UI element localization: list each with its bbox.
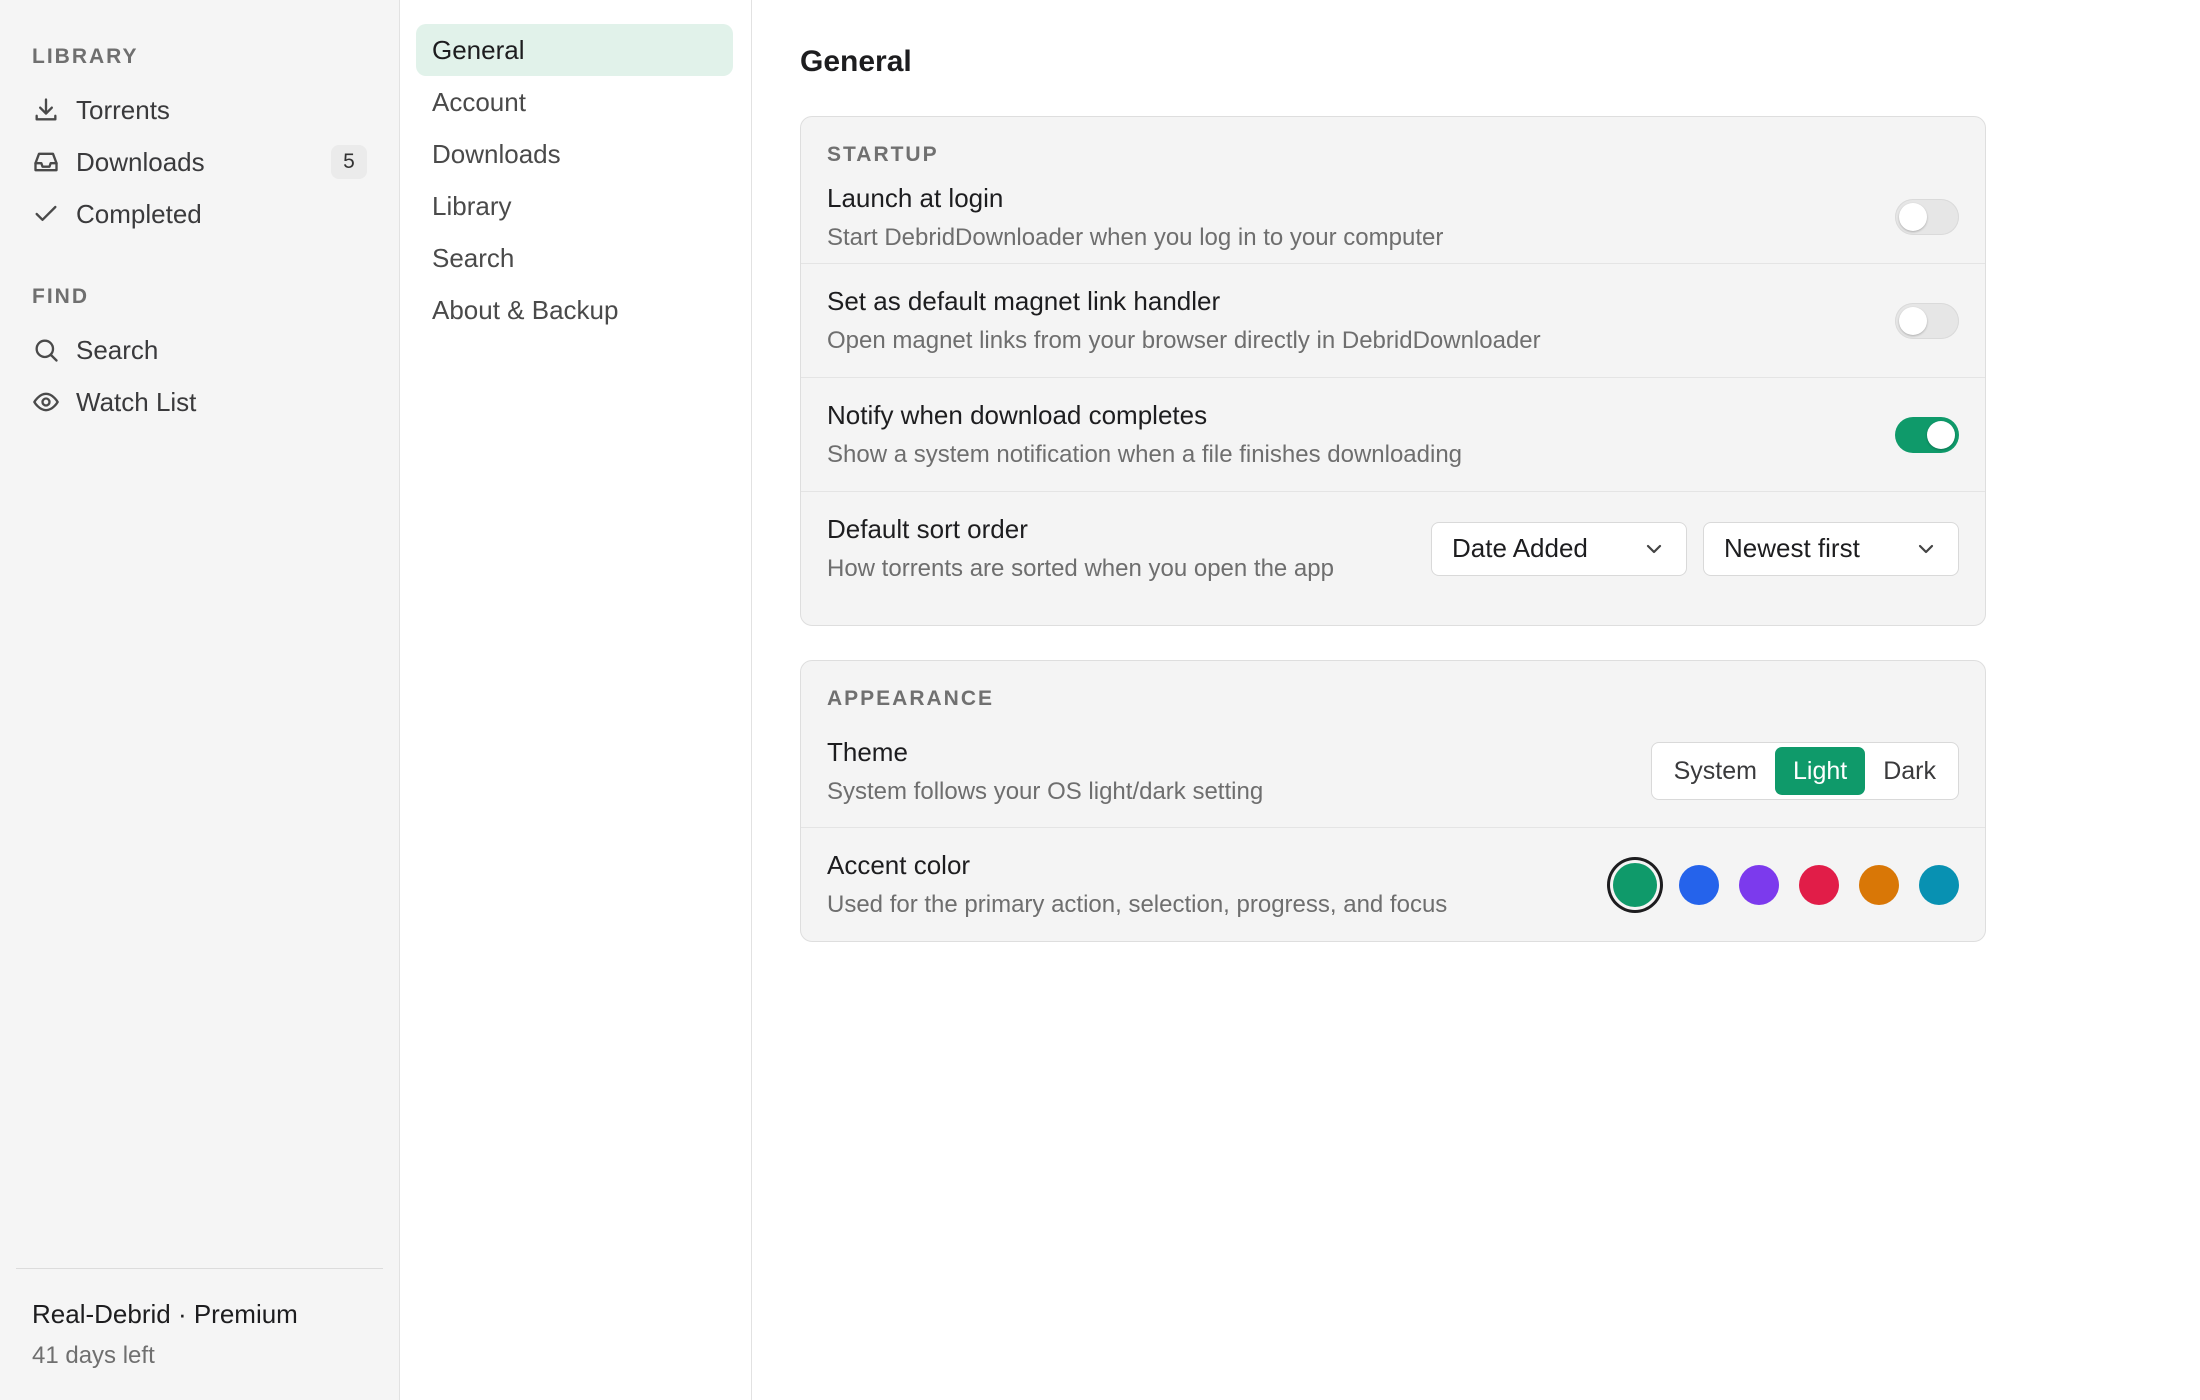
- sidebar-item-watch-list[interactable]: Watch List: [0, 376, 399, 428]
- setting-title: Notify when download completes: [827, 400, 1208, 430]
- setting-title: Theme: [827, 736, 908, 767]
- sort-direction-select[interactable]: Newest first: [1703, 521, 1959, 576]
- settings-tab-downloads[interactable]: Downloads: [416, 128, 733, 180]
- accent-swatch[interactable]: [1919, 864, 1959, 905]
- toggle-knob: [1899, 203, 1927, 231]
- accent-swatch[interactable]: [1739, 864, 1779, 905]
- accent-swatch[interactable]: [1859, 864, 1899, 905]
- setting-title: Set as default magnet link handler: [827, 286, 1221, 316]
- launch-at-login-toggle[interactable]: [1895, 199, 1959, 235]
- setting-description: How torrents are sorted when you open th…: [827, 555, 1334, 582]
- accent-swatch[interactable]: [1613, 862, 1657, 907]
- accent-color-swatches: [1613, 862, 1959, 907]
- setting-title: Default sort order: [827, 514, 1028, 544]
- inbox-icon: [32, 148, 60, 176]
- settings-tab-about-backup[interactable]: About & Backup: [416, 284, 733, 336]
- theme-option-light[interactable]: Light: [1774, 747, 1866, 795]
- search-icon: [32, 336, 60, 364]
- theme-row: Theme System follows your OS light/dark …: [801, 715, 1985, 827]
- settings-nav: General Account Downloads Library Search…: [400, 0, 752, 1400]
- find-section-title: FIND: [32, 285, 89, 308]
- eye-icon: [32, 388, 60, 416]
- settings-content: General STARTUP Launch at login Start De…: [752, 0, 2200, 1400]
- magnet-handler-row: Set as default magnet link handler Open …: [801, 263, 1985, 377]
- toggle-knob: [1899, 306, 1927, 335]
- setting-description: Used for the primary action, selection, …: [827, 891, 1448, 918]
- download-icon: [32, 96, 60, 124]
- sidebar-item-label: Search: [76, 334, 159, 365]
- settings-tab-general[interactable]: General: [416, 24, 733, 76]
- accent-color-row: Accent color Used for the primary action…: [801, 827, 1985, 941]
- sidebar-item-label: Torrents: [76, 94, 170, 125]
- appearance-card: APPEARANCE Theme System follows your OS …: [800, 660, 1986, 942]
- toggle-knob: [1927, 420, 1955, 449]
- magnet-handler-toggle[interactable]: [1895, 302, 1959, 339]
- setting-description: Show a system notification when a file f…: [827, 441, 1463, 468]
- settings-tab-search[interactable]: Search: [416, 232, 733, 284]
- theme-option-system[interactable]: System: [1656, 747, 1775, 795]
- appearance-section-title: APPEARANCE: [827, 687, 995, 710]
- setting-title: Accent color: [827, 850, 971, 880]
- app-window: LIBRARY Torrents Downloads 5 Completed F…: [0, 0, 2200, 1400]
- chevron-down-icon: [1918, 544, 1934, 553]
- library-section-title: LIBRARY: [32, 45, 139, 68]
- startup-section-title: STARTUP: [827, 143, 939, 166]
- downloads-count-badge: 5: [331, 145, 367, 179]
- page-title: General: [800, 45, 912, 78]
- account-plan: Real-Debrid · Premium: [32, 1299, 298, 1329]
- sort-direction-value: Newest first: [1724, 533, 1860, 563]
- setting-description: Start DebridDownloader when you log in t…: [827, 223, 1444, 251]
- setting-description: Open magnet links from your browser dire…: [827, 327, 1541, 354]
- accent-swatch[interactable]: [1799, 864, 1839, 905]
- settings-tab-account[interactable]: Account: [416, 76, 733, 128]
- sidebar-item-torrents[interactable]: Torrents: [0, 84, 399, 136]
- chevron-down-icon: [1646, 544, 1662, 553]
- sidebar-item-downloads[interactable]: Downloads 5: [0, 136, 399, 188]
- theme-segmented-control: System Light Dark: [1650, 742, 1959, 800]
- account-days-left: 41 days left: [32, 1342, 155, 1369]
- sidebar: LIBRARY Torrents Downloads 5 Completed F…: [0, 0, 400, 1400]
- account-status[interactable]: Real-Debrid · Premium 41 days left: [16, 1268, 383, 1400]
- sort-field-value: Date Added: [1452, 533, 1588, 563]
- sidebar-item-label: Watch List: [76, 386, 197, 417]
- check-icon: [32, 200, 60, 228]
- default-sort-row: Default sort order How torrents are sort…: [801, 491, 1985, 605]
- accent-swatch[interactable]: [1679, 864, 1719, 905]
- startup-card: STARTUP Launch at login Start DebridDown…: [800, 116, 1986, 626]
- sort-field-select[interactable]: Date Added: [1431, 521, 1687, 576]
- sidebar-item-label: Downloads: [76, 146, 205, 177]
- setting-description: System follows your OS light/dark settin…: [827, 777, 1264, 805]
- sidebar-item-search[interactable]: Search: [0, 324, 399, 376]
- notify-complete-row: Notify when download completes Show a sy…: [801, 377, 1985, 491]
- sidebar-item-completed[interactable]: Completed: [0, 188, 399, 240]
- notify-complete-toggle[interactable]: [1895, 416, 1959, 453]
- setting-title: Launch at login: [827, 182, 1004, 213]
- theme-option-dark[interactable]: Dark: [1865, 747, 1954, 795]
- settings-tab-library[interactable]: Library: [416, 180, 733, 232]
- launch-at-login-row: Launch at login Start DebridDownloader w…: [801, 171, 1985, 263]
- sidebar-item-label: Completed: [76, 198, 202, 229]
